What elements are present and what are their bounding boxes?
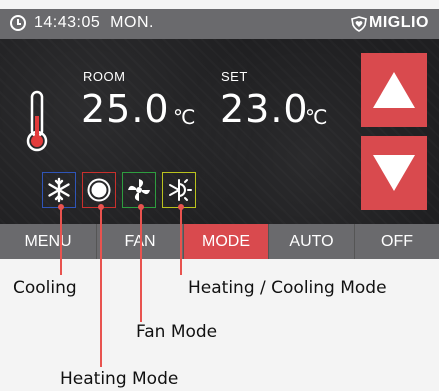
menu-button[interactable]: MENU [0,224,97,259]
heat-cool-leader-line [180,207,182,275]
set-temperature: 23.0 [220,87,309,131]
thermostat-screen: 14:43:05 MON. MIGLIO ROOM 25.0 ℃ SET 23.… [0,9,439,259]
clock-icon [10,15,26,31]
set-unit: ℃ [305,105,328,129]
sun-icon [87,178,111,202]
brand-name: MIGLIO [369,14,429,31]
heating-leader-line [100,207,102,367]
temperature-down-button[interactable] [361,136,427,210]
arrow-up-icon [373,72,415,108]
status-bar: 14:43:05 MON. MIGLIO [0,9,439,39]
heating-mode-indicator [82,172,116,208]
fan-icon [128,179,150,201]
time-value: 14:43:05 [34,14,101,31]
fan-mode-indicator [122,172,156,208]
bottom-button-bar: MENU FAN MODE AUTO OFF [0,224,439,259]
heat-cool-mode-indicator [162,172,196,208]
room-temperature: 25.0 [81,87,170,131]
snowflake-icon [48,177,70,203]
heating-cooling-mode-annotation: Heating / Cooling Mode [188,278,387,298]
off-button[interactable]: OFF [355,224,439,259]
mode-button[interactable]: MODE [184,224,269,259]
time-display: 14:43:05 MON. [34,14,154,32]
set-label: SET [221,69,248,84]
thermometer-icon [26,90,48,152]
room-label: ROOM [83,69,126,84]
heating-mode-annotation: Heating Mode [60,369,179,389]
cooling-annotation: Cooling [13,278,77,298]
fan-leader-line [140,207,142,322]
cooling-leader-line [60,207,62,275]
fan-mode-annotation: Fan Mode [136,322,218,342]
temperature-up-button[interactable] [361,53,427,127]
arrow-down-icon [373,155,415,191]
room-unit: ℃ [173,105,196,129]
heat-cool-icon [169,179,192,201]
shield-heart-icon [351,16,367,32]
day-value: MON. [110,14,154,31]
auto-button[interactable]: AUTO [269,224,355,259]
cooling-mode-indicator [42,172,76,208]
